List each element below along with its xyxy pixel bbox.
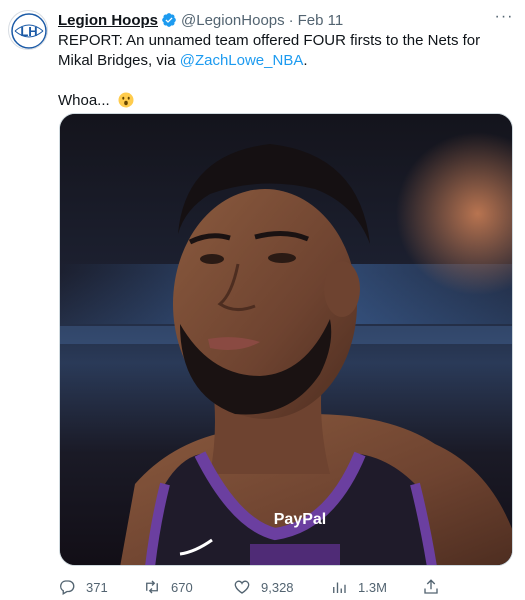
mention-link[interactable]: @ZachLowe_NBA xyxy=(180,52,304,69)
tweet-card[interactable]: LH Legion Hoops @LegionHoops · Feb 11 ··… xyxy=(0,0,525,600)
tweet-text-line1-end: . xyxy=(303,52,308,69)
like-count: 9,328 xyxy=(261,579,294,595)
heart-icon xyxy=(234,580,250,594)
views-button[interactable]: 1.3M xyxy=(330,578,387,596)
profile-avatar[interactable]: LH xyxy=(8,10,48,50)
share-button[interactable] xyxy=(422,578,450,596)
share-icon xyxy=(424,579,438,594)
tweet-text-line2: Whoa... xyxy=(58,92,110,109)
surprised-face-icon xyxy=(118,92,134,108)
tweet-media-photo[interactable]: PayPal xyxy=(59,113,513,566)
avatar-text: LH xyxy=(20,24,37,39)
tweet-header: Legion Hoops @LegionHoops · Feb 11 xyxy=(58,10,343,30)
more-options-icon[interactable]: ··· xyxy=(493,9,515,28)
like-button[interactable]: 9,328 xyxy=(233,578,294,596)
legion-hoops-logo: LH xyxy=(11,13,47,49)
views-count: 1.3M xyxy=(358,579,387,595)
tweet-timestamp[interactable]: Feb 11 xyxy=(298,12,344,29)
retweet-button[interactable]: 670 xyxy=(143,578,193,596)
player-photo: PayPal xyxy=(60,114,512,565)
retweet-icon xyxy=(146,580,158,594)
display-name[interactable]: Legion Hoops xyxy=(58,12,158,29)
reply-button[interactable]: 371 xyxy=(58,578,108,596)
user-handle[interactable]: @LegionHoops xyxy=(181,12,285,29)
verified-badge-icon xyxy=(161,12,177,28)
reply-icon xyxy=(60,580,75,595)
jersey-sponsor-text: PayPal xyxy=(274,511,326,528)
reply-count: 371 xyxy=(86,579,108,595)
tweet-text: REPORT: An unnamed team offered FOUR fir… xyxy=(58,31,508,111)
views-icon xyxy=(333,582,346,593)
retweet-count: 670 xyxy=(171,579,193,595)
tweet-actions: 371 670 9,328 1.3M xyxy=(58,578,458,598)
separator-dot: · xyxy=(288,11,294,29)
